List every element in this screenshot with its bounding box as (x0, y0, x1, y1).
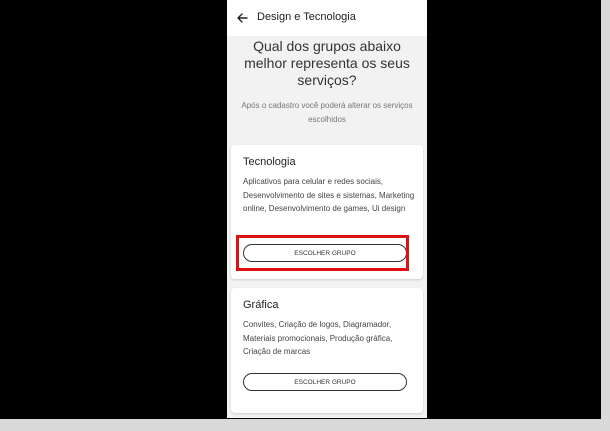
group-description: Aplicativos para celular e redes sociais… (243, 177, 415, 213)
back-arrow-icon[interactable] (236, 12, 248, 24)
frame-edge-bottom (0, 419, 610, 431)
page-question: Qual dos grupos abaixo melhor representa… (244, 38, 410, 88)
highlight-annotation (236, 235, 409, 271)
group-title: Gráfica (243, 299, 279, 311)
choose-group-button[interactable]: ESCOLHER GRUPO (243, 373, 407, 391)
page-note: Após o cadastro você poderá alterar os s… (241, 101, 413, 124)
app-bar: Design e Tecnologia (227, 0, 427, 36)
group-card-grafica: Gráfica Convites, Criação de logos, Diag… (231, 288, 423, 413)
phone-screen: Design e Tecnologia Qual dos grupos abai… (227, 0, 427, 418)
frame-edge-right (601, 0, 610, 431)
group-title: Tecnologia (243, 156, 296, 168)
group-description: Convites, Criação de logos, Diagramador,… (243, 320, 393, 356)
appbar-title: Design e Tecnologia (257, 11, 356, 23)
